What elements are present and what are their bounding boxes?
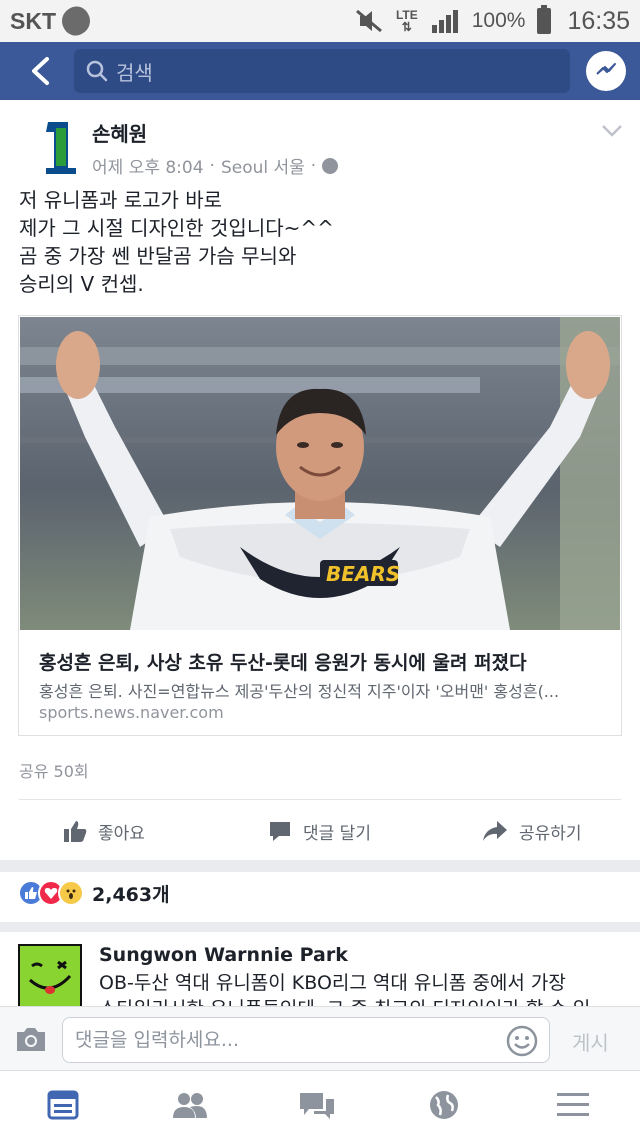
app-bar: 검색 (0, 42, 640, 100)
reactions-summary[interactable]: 2,463개 (18, 876, 170, 910)
share-button[interactable]: 공유하기 (481, 814, 582, 848)
comment-button[interactable]: 댓글 달기 (267, 814, 371, 848)
search-icon (86, 60, 108, 82)
news-feed-icon (47, 1090, 79, 1120)
link-description: 홍성흔 은퇴. 사진=연합뉴스 제공'두산의 정신적 지주'이자 '오버맨' 홍… (39, 682, 560, 701)
link-preview-card[interactable]: BEARS 홍성흔 은퇴, 사상 초유 두산-롯데 응원가 동시에 울려 퍼졌다… (18, 315, 622, 736)
link-domain: sports.news.naver.com (39, 703, 224, 722)
notifications-tab[interactable] (426, 1087, 462, 1123)
battery-icon (537, 5, 552, 34)
post-meta: 어제 오후 8:04 · Seoul 서울 · (92, 153, 339, 178)
signal-icon (431, 10, 458, 33)
share-label: 공유하기 (519, 823, 582, 844)
jersey-logo: BEARS (326, 562, 400, 586)
comment-composer: 게시 (0, 1006, 640, 1070)
section-separator (0, 922, 640, 932)
hamburger-menu-icon (557, 1093, 589, 1116)
post-line: 저 유니폼과 로고가 바로 (19, 188, 223, 212)
menu-tab[interactable] (555, 1087, 591, 1123)
status-icons: LTE ⇅ 100% 16:35 (354, 5, 630, 36)
author-avatar[interactable] (40, 118, 80, 176)
link-title[interactable]: 홍성흔 은퇴, 사상 초유 두산-롯데 응원가 동시에 울려 퍼졌다 (39, 648, 527, 675)
post-comment-button[interactable]: 게시 (572, 1027, 609, 1056)
commenter-name[interactable]: Sungwon Warnnie Park (99, 944, 348, 966)
carrier-logo-icon (56, 1, 96, 41)
clock: 16:35 (567, 6, 630, 35)
search-placeholder: 검색 (116, 60, 153, 85)
meta-separator: · (209, 155, 215, 176)
comment-line: 스타일리시한 유니폼들인데, 그 중 최고의 디자인이라 할 수 있 (99, 996, 629, 1006)
post-author[interactable]: 손혜원 (92, 118, 147, 147)
messenger-icon[interactable] (586, 51, 626, 91)
post-line: 제가 그 시절 디자인한 것입니다~^^ (19, 216, 334, 240)
post-line: 승리의 V 컨셉. (19, 272, 144, 296)
share-count[interactable]: 공유 50회 (19, 758, 89, 782)
chevron-down-icon[interactable] (600, 122, 624, 140)
globe-icon (430, 1091, 458, 1119)
news-feed-tab[interactable] (45, 1087, 81, 1123)
post-body: 저 유니폼과 로고가 바로 제가 그 시절 디자인한 것입니다~^^ 곰 중 가… (19, 186, 619, 298)
commenter-avatar[interactable] (18, 944, 82, 1008)
meta-separator: · (310, 155, 317, 176)
chat-bubbles-icon (300, 1093, 334, 1119)
comment-input[interactable] (62, 1017, 550, 1063)
data-arrows-icon: ⇅ (401, 20, 412, 34)
thumbs-up-icon (64, 821, 87, 842)
friends-tab[interactable] (172, 1087, 208, 1123)
vibrate-mute-icon (355, 9, 382, 33)
post-location[interactable]: Seoul 서울 (221, 153, 305, 178)
reaction-count: 2,463개 (92, 883, 170, 906)
comment-line: OB-두산 역대 유니폼이 KBO리그 역대 유니폼 중에서 가장 (99, 972, 566, 994)
post-line: 곰 중 가장 쎈 반달곰 가슴 무늬와 (19, 244, 297, 268)
bottom-nav (0, 1070, 640, 1138)
comment-text: OB-두산 역대 유니폼이 KBO리그 역대 유니폼 중에서 가장 스타일리시한… (99, 970, 629, 1006)
emoji-smile-icon[interactable] (506, 1025, 538, 1057)
like-label: 좋아요 (98, 823, 145, 844)
camera-icon[interactable] (14, 1025, 48, 1053)
messages-tab[interactable] (299, 1087, 335, 1123)
status-bar: SKT LTE ⇅ 100% 16:35 (0, 0, 640, 42)
friends-icon (173, 1093, 207, 1118)
back-arrow-icon[interactable] (20, 42, 60, 100)
globe-icon (322, 157, 339, 174)
network-indicator: LTE ⇅ (396, 9, 418, 33)
battery-percent: 100% (471, 9, 526, 32)
share-arrow-icon (483, 821, 507, 841)
link-image: BEARS (20, 317, 620, 630)
divider (19, 799, 621, 800)
wow-reaction-icon (58, 880, 84, 906)
comment-label: 댓글 달기 (303, 823, 371, 844)
section-separator (0, 860, 640, 872)
carrier-label: SKT (10, 7, 56, 34)
post-timestamp[interactable]: 어제 오후 8:04 (92, 153, 204, 178)
like-button[interactable]: 좋아요 (62, 814, 145, 848)
search-input[interactable]: 검색 (74, 49, 570, 93)
comment-bubble-icon (270, 822, 290, 841)
